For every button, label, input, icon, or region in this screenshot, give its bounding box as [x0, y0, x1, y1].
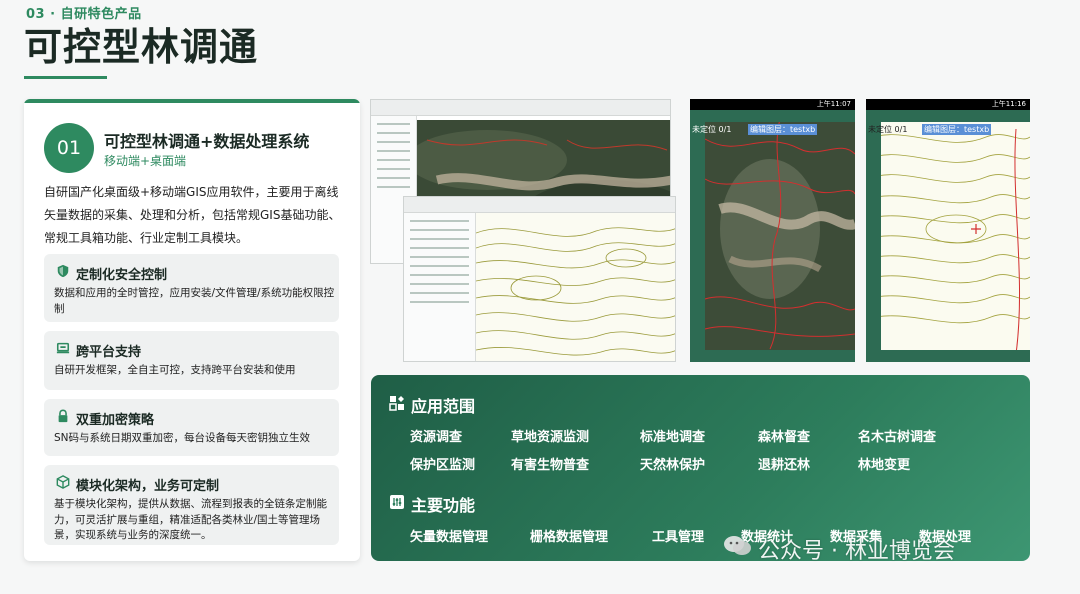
layer-panel	[404, 213, 476, 361]
feature-desc: 基于模块化架构，提供从数据、流程到报表的全链条定制能力，可灵活扩展与重组，精准适…	[54, 498, 327, 541]
status-bar: 上午11:07	[690, 99, 855, 110]
mobile-screenshot-contour: 上午11:16 未定位 0/1 编辑图层：testxb	[866, 99, 1030, 362]
feature-modular: 模块化架构，业务可定制 基于模块化架构，提供从数据、流程到报表的全链条定制能力，…	[44, 465, 339, 545]
edit-layer-label: 编辑图层：testxb	[922, 124, 992, 135]
side-toolbar	[866, 110, 881, 350]
scope-heading: 应用范围	[411, 397, 476, 416]
map-toolbar	[881, 110, 1030, 122]
function-heading: 主要功能	[411, 496, 476, 515]
product-card: 01 可控型林调通+数据处理系统 移动端+桌面端 自研国产化桌面级+移动端GIS…	[24, 99, 360, 561]
shield-icon	[57, 264, 69, 278]
product-title: 可控型林调通+数据处理系统	[104, 132, 310, 151]
contour-map	[866, 99, 1030, 362]
function-item: 矢量数据管理	[410, 530, 489, 545]
cube-icon	[56, 475, 70, 489]
scope-item: 天然林保护	[640, 458, 706, 473]
product-subtitle: 移动端+桌面端	[104, 154, 187, 168]
satellite-map	[690, 99, 855, 362]
grid-icon	[389, 396, 404, 411]
scope-item: 有害生物普查	[511, 458, 590, 473]
product-description: 自研国产化桌面级+移动端GIS应用软件，主要用于离线矢量数据的采集、处理和分析，…	[44, 185, 341, 245]
feature-title: 跨平台支持	[76, 345, 142, 360]
lock-icon	[58, 409, 68, 423]
gps-status: 未定位 0/1	[692, 125, 732, 134]
watermark-text: 公众号 · 林业博览会	[758, 539, 955, 564]
title-underline	[24, 76, 107, 79]
side-toolbar	[690, 110, 705, 350]
desktop-screenshot-contour	[403, 196, 676, 362]
feature-security: 定制化安全控制 数据和应用的全时管控，应用安装/文件管理/系统功能权限控制	[44, 254, 339, 322]
scope-item: 资源调查	[410, 430, 463, 445]
feature-title: 定制化安全控制	[76, 268, 168, 283]
scope-item: 保护区监测	[410, 458, 476, 473]
window-titlebar	[404, 197, 675, 213]
feature-desc: 数据和应用的全时管控，应用安装/文件管理/系统功能权限控制	[54, 287, 335, 315]
scope-item: 退耕还林	[758, 458, 811, 473]
window-titlebar	[371, 100, 670, 116]
sliders-icon	[390, 495, 404, 509]
feature-encryption: 双重加密策略 SN码与系统日期双重加密，每台设备每天密钥独立生效	[44, 399, 339, 456]
scope-item: 名木古树调查	[858, 430, 937, 445]
feature-desc: 自研开发框架，全自主可控，支持跨平台安装和使用	[54, 364, 296, 376]
card-accent-bar	[24, 99, 360, 103]
page-title: 可控型林调通	[24, 25, 259, 69]
feature-title: 双重加密策略	[76, 413, 155, 428]
wechat-icon	[724, 536, 751, 555]
gps-status: 未定位 0/1	[868, 125, 908, 134]
map-toolbar	[705, 110, 855, 122]
function-item: 工具管理	[652, 530, 705, 545]
function-item: 栅格数据管理	[530, 530, 609, 545]
feature-desc: SN码与系统日期双重加密，每台设备每天密钥独立生效	[54, 432, 311, 444]
bottom-toolbar	[690, 350, 855, 362]
edit-layer-label: 编辑图层：testxb	[748, 124, 818, 135]
scope-item: 标准地调查	[640, 430, 706, 445]
feature-cross-platform: 跨平台支持 自研开发框架，全自主可控，支持跨平台安装和使用	[44, 331, 339, 390]
laptop-icon	[56, 342, 70, 354]
feature-title: 模块化架构，业务可定制	[76, 479, 220, 494]
contour-map	[476, 213, 675, 361]
scope-item: 林地变更	[858, 458, 911, 473]
mobile-screenshot-satellite: 上午11:07 未定位 0/1 编辑图层：testxb	[690, 99, 855, 362]
scope-item: 草地资源监测	[511, 430, 590, 445]
scope-item: 森林督查	[758, 430, 811, 445]
bottom-toolbar	[866, 350, 1030, 362]
status-bar: 上午11:16	[866, 99, 1030, 110]
product-number-badge: 01	[44, 123, 94, 173]
